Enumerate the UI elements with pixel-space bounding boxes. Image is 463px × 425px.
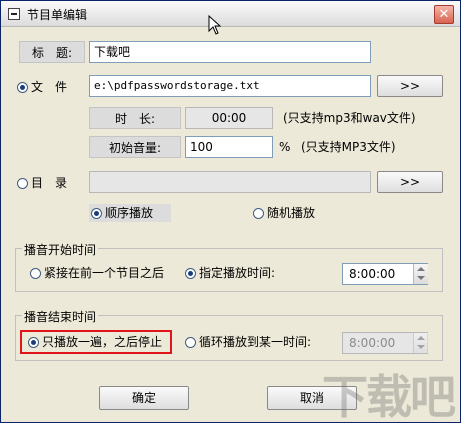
- radio-selected-icon: [91, 208, 102, 219]
- volume-input[interactable]: 100: [185, 136, 273, 158]
- file-browse-button[interactable]: >>: [377, 75, 443, 97]
- sequential-play-label: 顺序播放: [105, 206, 154, 220]
- mouse-cursor-icon: [208, 15, 222, 35]
- volume-note: (只支持MP3文件): [301, 140, 396, 154]
- end-time-value: 8:00:00: [349, 336, 396, 350]
- directory-radio[interactable]: 目 录: [17, 174, 67, 192]
- radio-unselected-icon: [185, 337, 196, 348]
- scheduled-time-radio[interactable]: 指定播放时间:: [185, 264, 275, 282]
- volume-unit: %: [279, 140, 291, 154]
- duration-label: 时 长:: [89, 107, 181, 129]
- radio-unselected-icon: [30, 268, 41, 279]
- loop-until-label: 循环播放到某一时间:: [199, 335, 312, 349]
- scheduled-time-label: 指定播放时间:: [199, 266, 276, 280]
- after-previous-label: 紧接在前一个节目之后: [44, 266, 165, 280]
- file-radio[interactable]: 文 件: [17, 78, 67, 96]
- volume-label: 初始音量:: [89, 136, 181, 158]
- spin-down-icon[interactable]: [417, 345, 425, 349]
- radio-selected-icon: [28, 337, 39, 348]
- spin-down-icon[interactable]: [417, 276, 425, 280]
- radio-unselected-icon: [17, 178, 28, 189]
- file-path-input[interactable]: e:\pdfpasswordstorage.txt: [89, 75, 371, 97]
- spin-up-icon[interactable]: [417, 336, 425, 340]
- title-label: 标 题:: [19, 41, 85, 63]
- end-time-spinner[interactable]: [413, 333, 428, 353]
- directory-radio-label: 目 录: [31, 176, 68, 190]
- spin-up-icon[interactable]: [417, 267, 425, 271]
- duration-note: (只支持mp3和wav文件): [283, 111, 416, 125]
- play-once-label: 只播放一遍，之后停止: [42, 335, 163, 349]
- random-play-label: 随机播放: [267, 206, 316, 220]
- start-time-spinner[interactable]: [413, 264, 428, 284]
- random-play-radio[interactable]: 随机播放: [253, 204, 315, 222]
- duration-field: 00:00: [185, 107, 273, 129]
- file-radio-label: 文 件: [31, 80, 68, 94]
- program-edit-dialog: 节目单编辑 ✕ 标 题: 下载吧 文 件 e:\pdfpasswordstora…: [0, 0, 461, 423]
- start-time-legend: 播音开始时间: [22, 241, 99, 258]
- close-button[interactable]: ✕: [434, 5, 454, 24]
- end-time-legend: 播音结束时间: [22, 308, 99, 325]
- title-bar[interactable]: 节目单编辑 ✕: [1, 1, 460, 27]
- play-once-radio[interactable]: 只播放一遍，之后停止: [28, 333, 162, 351]
- radio-unselected-icon: [253, 208, 264, 219]
- watermark-logo: 下载吧: [322, 370, 456, 424]
- radio-selected-icon: [17, 82, 28, 93]
- sequential-play-radio[interactable]: 顺序播放: [89, 204, 172, 222]
- after-previous-radio[interactable]: 紧接在前一个节目之后: [30, 264, 164, 282]
- loop-until-radio[interactable]: 循环播放到某一时间:: [185, 333, 311, 351]
- ok-button[interactable]: 确定: [99, 386, 189, 410]
- directory-browse-button[interactable]: >>: [377, 171, 443, 193]
- system-menu-icon[interactable]: [8, 8, 20, 20]
- radio-selected-icon: [185, 268, 196, 279]
- window-title: 节目单编辑: [27, 8, 88, 22]
- title-input[interactable]: 下载吧: [89, 41, 371, 63]
- start-time-value: 8:00:00: [349, 267, 396, 281]
- directory-input[interactable]: [89, 171, 371, 193]
